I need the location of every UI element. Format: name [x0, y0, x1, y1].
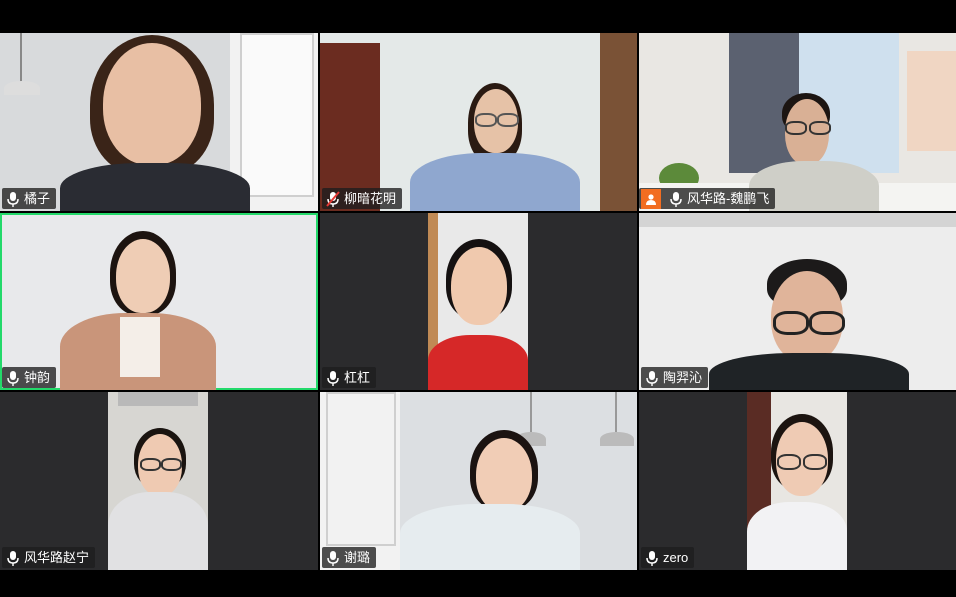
participant-name: 陶羿沁	[663, 370, 703, 385]
microphone-icon	[6, 191, 20, 207]
participant-name: 风华路赵宁	[24, 550, 90, 565]
participant-name: zero	[663, 550, 689, 565]
participant-video	[108, 392, 208, 570]
microphone-icon	[6, 550, 20, 566]
participant-video	[0, 33, 318, 211]
video-tile-8[interactable]: 谢璐	[320, 392, 637, 570]
name-tag: zero	[641, 547, 695, 568]
participant-video	[428, 213, 528, 390]
participant-video	[320, 33, 637, 211]
name-tag: 陶羿沁	[641, 367, 709, 388]
name-tag: 钟韵	[2, 367, 57, 388]
video-tile-5[interactable]: 杠杠	[320, 213, 637, 390]
microphone-icon	[326, 370, 340, 386]
video-tile-9[interactable]: zero	[639, 392, 956, 570]
video-tile-1[interactable]: 橘子	[0, 33, 318, 211]
video-tile-3[interactable]: 风华路-魏鹏飞	[639, 33, 956, 211]
participant-name: 橘子	[24, 191, 51, 206]
microphone-icon	[645, 370, 659, 386]
participant-video	[639, 33, 956, 211]
microphone-icon	[6, 370, 20, 386]
name-tag: 谢璐	[322, 547, 377, 568]
participant-name: 杠杠	[344, 370, 371, 385]
participant-video	[320, 392, 637, 570]
person-badge-icon	[641, 188, 661, 209]
name-tag: 橘子	[2, 188, 57, 209]
name-tag: 柳暗花明	[322, 188, 403, 209]
participant-name: 钟韵	[24, 370, 51, 385]
participant-name: 谢璐	[344, 550, 371, 565]
name-tag: 风华路-魏鹏飞	[639, 188, 776, 209]
participant-video	[747, 392, 847, 570]
name-tag: 杠杠	[322, 367, 377, 388]
participant-name: 风华路-魏鹏飞	[687, 191, 770, 206]
participant-video	[639, 213, 956, 390]
video-grid: 橘子 柳暗花明 风华路-魏鹏飞 钟韵 杠杠 陶羿沁 风华路赵宁 谢璐 zero	[0, 33, 956, 570]
microphone-icon	[326, 550, 340, 566]
video-tile-6[interactable]: 陶羿沁	[639, 213, 956, 390]
microphone-muted-icon	[326, 190, 340, 207]
name-tag: 风华路赵宁	[2, 547, 96, 568]
participant-name: 柳暗花明	[344, 191, 397, 206]
video-tile-7[interactable]: 风华路赵宁	[0, 392, 318, 570]
microphone-icon	[669, 191, 683, 207]
video-tile-4[interactable]: 钟韵	[0, 213, 318, 390]
video-tile-2[interactable]: 柳暗花明	[320, 33, 637, 211]
participant-video	[0, 213, 318, 390]
microphone-icon	[645, 550, 659, 566]
